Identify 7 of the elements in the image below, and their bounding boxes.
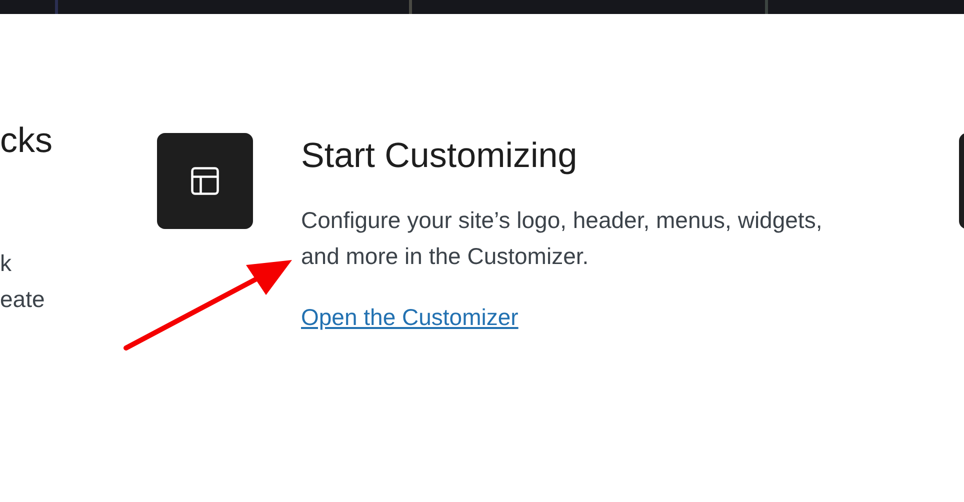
card-title: cks <box>0 120 54 162</box>
card-description: eate <box>0 285 46 314</box>
card-description: k <box>0 249 12 278</box>
card-description: Configure your site’s logo, header, menus, widgets, and more in the Customizer. <box>301 206 824 271</box>
card-title: Start Customizing <box>301 135 578 177</box>
customizer-link[interactable]: Open the Customizer <box>301 302 518 332</box>
layout-icon <box>188 164 222 198</box>
